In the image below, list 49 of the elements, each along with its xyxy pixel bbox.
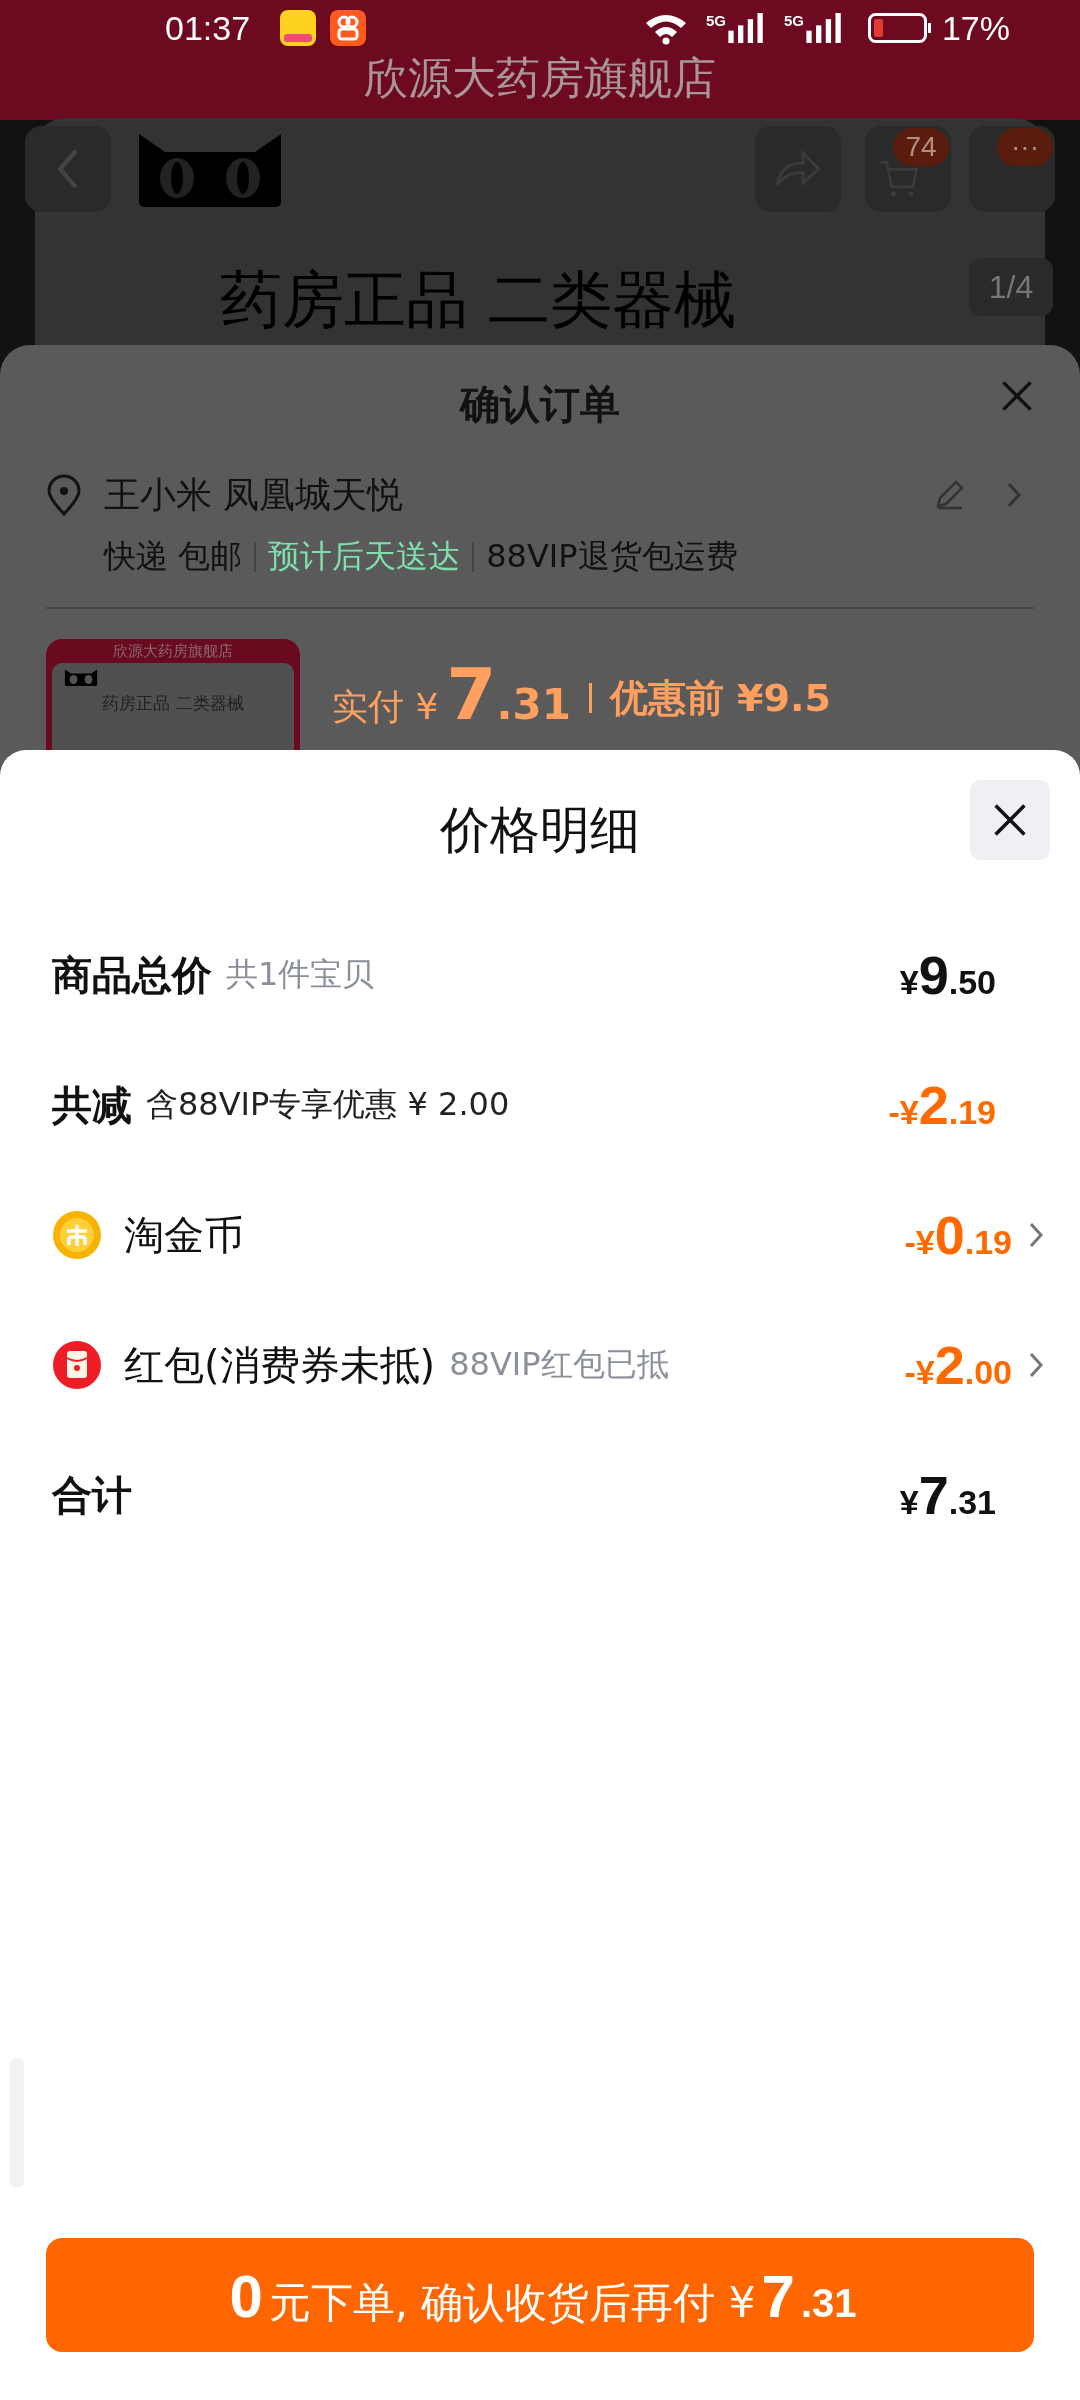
price-item-note: 88VIP红包已抵	[449, 1344, 669, 1385]
price-amount: -¥2.00	[904, 1334, 1012, 1396]
sheet-title: 确认订单	[460, 379, 620, 429]
price-item-note: 共1件宝贝	[226, 954, 375, 995]
delivery-info: 快递 包邮	[104, 536, 243, 577]
price-amount: ¥7.31	[899, 1464, 996, 1526]
battery-level: 17%	[941, 8, 1010, 48]
delivery-info: 预计后天送达	[268, 536, 461, 577]
network-label: 5G	[705, 13, 726, 28]
price-item-label: 共减	[52, 1080, 132, 1130]
price-item-label: 红包(消费券未抵)	[124, 1340, 436, 1390]
close-icon[interactable]	[1000, 379, 1034, 413]
price-item-label: 淘金币	[124, 1210, 244, 1260]
delivery-info: 88VIP退货包运费	[486, 536, 738, 577]
app-icon	[330, 10, 367, 46]
signal-icon	[725, 13, 766, 43]
more-badge: ···	[997, 128, 1053, 166]
network-label: 5G	[783, 13, 804, 28]
chevron-right-icon[interactable]	[1028, 1221, 1044, 1249]
price-item-label: 商品总价	[52, 950, 212, 1000]
paid-price: 实付 ¥7.31	[332, 652, 571, 736]
price-amount: ¥9.50	[899, 944, 996, 1006]
status-time: 01:37	[165, 8, 251, 48]
close-button[interactable]	[970, 780, 1050, 860]
app-icon	[280, 10, 317, 46]
image-counter: 1/4	[969, 258, 1053, 316]
store-title: 欣源大药房旗舰店	[364, 56, 716, 100]
signal-icon	[803, 13, 844, 43]
price-item-note: 含88VIP专享优惠 ¥ 2.00	[146, 1084, 510, 1125]
confirm-order-button[interactable]: 0 元下单, 确认收货后再付 ¥7.31	[46, 2238, 1034, 2352]
chevron-right-icon[interactable]	[1006, 481, 1022, 509]
chevron-right-icon[interactable]	[1028, 1351, 1044, 1379]
money-envelope-icon	[52, 1340, 102, 1390]
back-button[interactable]	[25, 126, 111, 212]
location-pin-icon	[46, 474, 82, 516]
price-amount: -¥2.19	[888, 1074, 996, 1136]
battery-icon	[867, 13, 932, 43]
price-amount: -¥0.19	[904, 1204, 1012, 1266]
original-price: 优惠前 ¥9.5	[609, 674, 831, 722]
price-item-label: 合计	[52, 1470, 132, 1520]
cart-button[interactable]: 74	[865, 126, 951, 212]
sheet-title: 价格明细	[440, 799, 640, 861]
address-text[interactable]: 王小米 凤凰城天悦	[104, 470, 404, 520]
cart-count-badge: 74	[893, 128, 949, 166]
more-button[interactable]: ···	[969, 126, 1055, 212]
thumbnail-store-name: 欣源大药房旗舰店	[112, 641, 234, 662]
close-icon	[992, 802, 1028, 838]
cat-logo-icon	[64, 669, 98, 686]
coin-icon	[52, 1210, 102, 1260]
